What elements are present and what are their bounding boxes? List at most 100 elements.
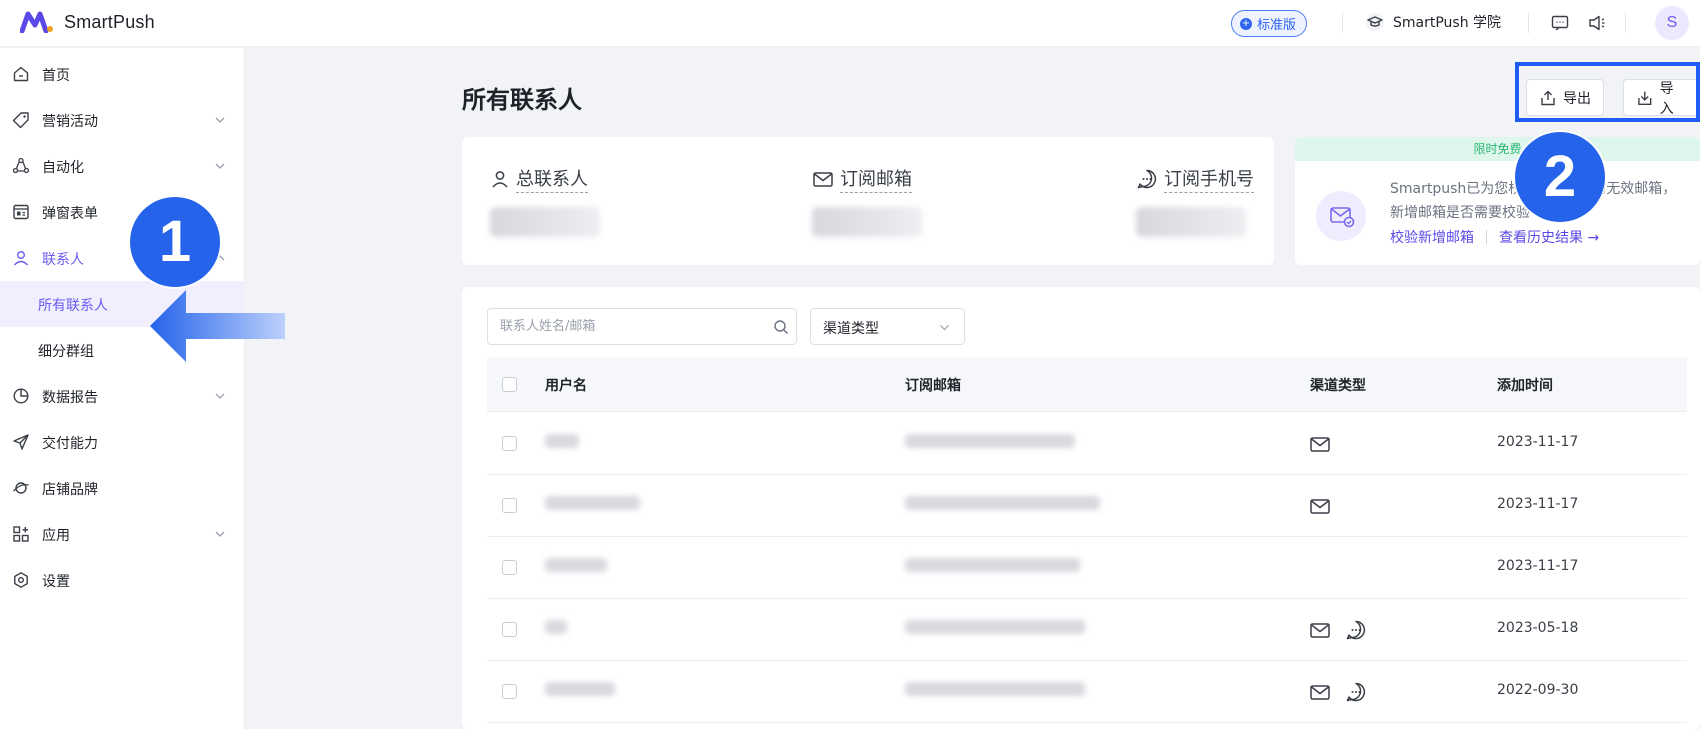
sidebar-item-label: 数据报告 (42, 390, 98, 406)
plan-label: 标准版 (1257, 18, 1297, 33)
sidebar-item-label: 联系人 (42, 252, 84, 268)
sidebar-item-label: 交付能力 (42, 436, 98, 452)
sidebar-item-label: 营销活动 (42, 114, 98, 130)
mail-icon (813, 172, 833, 187)
stat-value-blurred (812, 207, 922, 237)
academy-link[interactable]: SmartPush 学院 (1365, 12, 1501, 32)
mail-verify-icon (1316, 191, 1366, 241)
graduation-cap-icon (1366, 13, 1384, 31)
chat-bubble-icon (1346, 620, 1366, 640)
message-icon[interactable] (1550, 13, 1570, 33)
avatar[interactable]: S (1655, 6, 1689, 40)
added-date: 2023-11-17 (1497, 558, 1579, 574)
row-checkbox[interactable] (502, 498, 517, 513)
header-added-time[interactable]: 添加时间 (1497, 375, 1553, 395)
mail-icon (1310, 685, 1330, 700)
email-blurred (905, 620, 1085, 634)
email-blurred (905, 496, 1100, 510)
mail-icon (1310, 623, 1330, 638)
sidebar-item-label: 店铺品牌 (42, 482, 98, 498)
channel-type-select[interactable]: 渠道类型 (810, 308, 965, 345)
brand-icon (13, 482, 29, 494)
divider (1486, 230, 1487, 244)
sidebar-item-label: 设置 (42, 574, 70, 590)
view-history-link[interactable]: 查看历史结果 → (1499, 227, 1599, 247)
header-username[interactable]: 用户名 (545, 375, 587, 395)
added-date: 2023-11-17 (1497, 434, 1579, 450)
tag-icon (12, 112, 29, 129)
channel-icons (1309, 619, 1367, 641)
username-blurred (545, 558, 607, 572)
annotation-callout-2: 2 (1515, 132, 1605, 222)
mail-icon (1310, 437, 1330, 452)
sidebar-item-reports[interactable]: 数据报告 (0, 373, 245, 419)
username-blurred (545, 434, 579, 448)
added-date: 2023-11-17 (1497, 496, 1579, 512)
sidebar-item-label: 细分群组 (38, 344, 94, 360)
chevron-down-icon (215, 163, 225, 169)
chevron-down-icon (215, 531, 225, 537)
username-blurred (545, 682, 615, 696)
select-all-checkbox[interactable] (502, 377, 517, 392)
stat-value-blurred (1136, 207, 1246, 237)
table-row[interactable]: 2022-09-30 (487, 661, 1687, 723)
sidebar-item-store-brand[interactable]: 店铺品牌 (0, 465, 245, 511)
page-title: 所有联系人 (462, 86, 582, 114)
row-checkbox[interactable] (502, 560, 517, 575)
chevron-down-icon (215, 393, 225, 399)
sidebar-item-label: 应用 (42, 528, 70, 544)
divider (1625, 13, 1626, 33)
verify-new-emails-link[interactable]: 校验新增邮箱 (1390, 227, 1474, 247)
smartpush-logo-icon[interactable] (20, 11, 54, 33)
pie-chart-icon (13, 388, 29, 404)
contacts-table-card: 渠道类型 用户名 订阅邮箱 渠道类型 添加时间 2023-11-17 2023-… (462, 287, 1700, 729)
table-row[interactable]: 2023-11-17 (487, 537, 1687, 599)
stat-subscribed-email: 订阅邮箱 (812, 165, 922, 237)
search-input[interactable] (489, 310, 759, 343)
stat-label: 订阅手机号 (1164, 165, 1254, 193)
sidebar-item-marketing[interactable]: 营销活动 (0, 97, 245, 143)
stats-card: 总联系人 订阅邮箱 订阅手机号 (462, 137, 1274, 265)
form-icon (13, 204, 29, 220)
sidebar-item-home[interactable]: 首页 (0, 51, 245, 97)
annotation-arrow-icon (150, 290, 285, 362)
email-blurred (905, 434, 1075, 448)
annotation-highlight-box (1515, 62, 1700, 122)
user-icon (492, 171, 508, 188)
search-box (487, 308, 797, 345)
row-checkbox[interactable] (502, 436, 517, 451)
email-blurred (905, 558, 1080, 572)
stat-label: 总联系人 (516, 165, 588, 193)
automation-icon (12, 157, 30, 174)
sidebar-item-settings[interactable]: 设置 (0, 557, 245, 603)
table-row[interactable]: 2023-11-17 (487, 475, 1687, 537)
select-value: 渠道类型 (823, 321, 879, 337)
send-icon (13, 434, 29, 450)
sidebar-item-apps[interactable]: 应用 (0, 511, 245, 557)
username-blurred (545, 620, 567, 634)
row-checkbox[interactable] (502, 622, 517, 637)
promo-ribbon: 限时免费 (1295, 137, 1700, 161)
email-verification-promo: 限时免费 Smartpush已为您校 的无效邮箱， 新增邮箱是否需要校验 校验新增… (1295, 137, 1700, 265)
sidebar-item-automation[interactable]: 自动化 (0, 143, 245, 189)
header-channel[interactable]: 渠道类型 (1310, 375, 1366, 395)
added-date: 2022-09-30 (1497, 682, 1579, 698)
plan-badge[interactable]: + 标准版 (1231, 10, 1308, 37)
row-checkbox[interactable] (502, 684, 517, 699)
app-name[interactable]: SmartPush (64, 12, 155, 33)
channel-icons (1309, 433, 1331, 455)
header-email[interactable]: 订阅邮箱 (905, 375, 961, 395)
chat-bubble-icon (1137, 169, 1157, 189)
email-blurred (905, 682, 1085, 696)
stat-subscribed-sms: 订阅手机号 (1136, 165, 1254, 237)
table-row[interactable]: 2023-11-17 (487, 413, 1687, 475)
search-icon[interactable] (773, 319, 789, 335)
table-row[interactable]: 2023-05-18 (487, 599, 1687, 661)
chevron-down-icon (215, 117, 225, 123)
user-icon (13, 251, 29, 266)
sidebar: 首页 营销活动 自动化 弹窗表单 联系人 所有联系人 细分群组 数据报告 交付能… (0, 48, 245, 729)
stat-total-contacts: 总联系人 (490, 165, 600, 237)
divider (1342, 13, 1343, 33)
sidebar-item-deliverability[interactable]: 交付能力 (0, 419, 245, 465)
announcement-icon[interactable] (1587, 13, 1607, 33)
